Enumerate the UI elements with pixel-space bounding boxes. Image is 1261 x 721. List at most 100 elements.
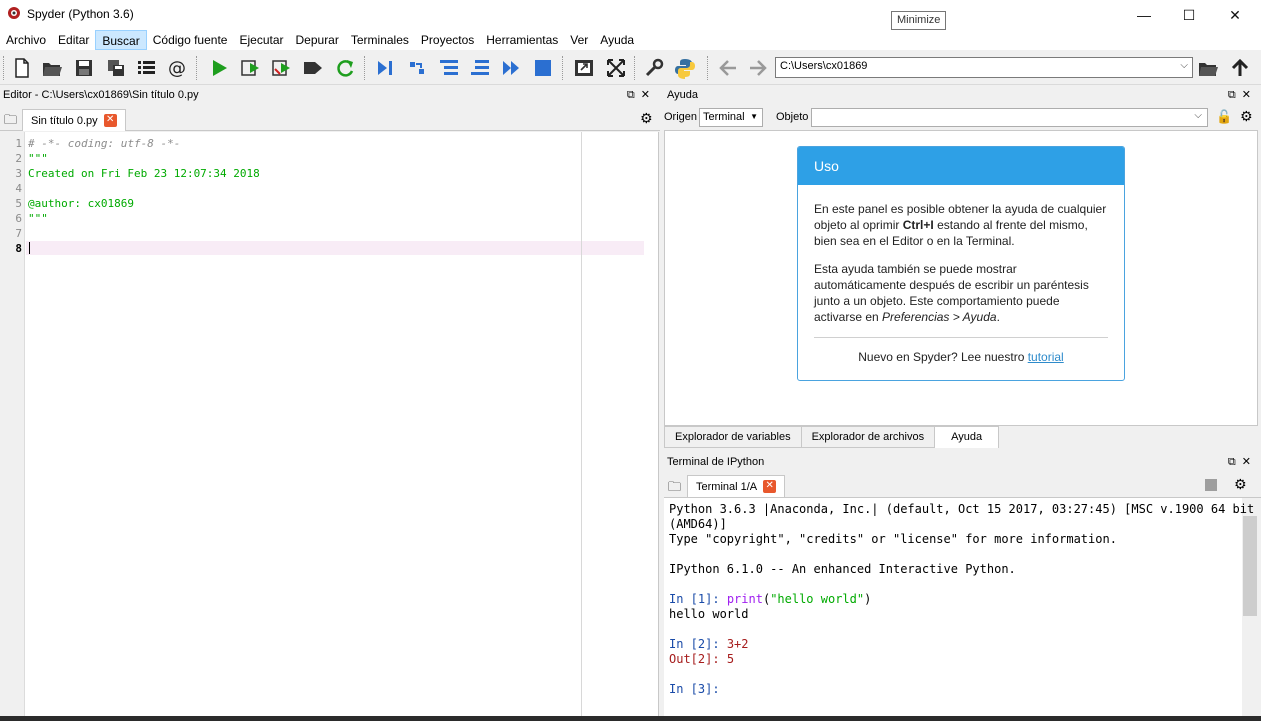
browse-tabs-icon[interactable]: 🗀 [668,478,681,500]
stop-kernel-icon[interactable] [1205,479,1217,491]
new-file-icon[interactable] [10,56,34,80]
parent-dir-icon[interactable] [1228,56,1252,80]
python-path-icon[interactable] [673,56,697,80]
console-line: Python 3.6.3 |Anaconda, Inc.| (default, … [669,502,1255,516]
maximize-button[interactable]: ☐ [1166,0,1212,30]
menu-codigo-fuente[interactable]: Código fuente [147,30,234,50]
browse-folder-icon[interactable] [1196,56,1220,80]
minimize-tooltip: Minimize [891,11,947,30]
usage-paragraph-1: En este panel es posible obtener la ayud… [814,202,1107,248]
console-tab[interactable]: Terminal 1/A ✕ [687,475,786,497]
menu-editar[interactable]: Editar [52,30,95,50]
toolbar-separator [196,56,200,80]
menu-buscar[interactable]: Buscar [95,30,147,50]
console-output-line: Out[2]: 5 [669,652,735,666]
run-selection-icon[interactable] [301,56,325,80]
stop-icon[interactable] [531,56,555,80]
chevron-down-icon[interactable]: ⌵ [1180,60,1188,71]
usage-paragraph-2: Esta ayuda también se puede mostrar auto… [814,262,1089,324]
pane-buttons: ⧉✕ [1228,88,1257,102]
menu-ver[interactable]: Ver [564,30,594,50]
code-lines: # -*- coding: utf-8 -*- """ Created on F… [0,132,580,292]
taskbar-edge [0,716,1261,721]
console-line: hello world [669,607,749,621]
continue-icon[interactable] [499,56,523,80]
menu-terminales[interactable]: Terminales [345,30,415,50]
menu-proyectos[interactable]: Proyectos [415,30,480,50]
object-combo[interactable]: ⌵ [811,108,1208,127]
rerun-icon[interactable] [333,56,357,80]
step-into-icon[interactable] [437,56,461,80]
working-directory-combo[interactable]: C:\Users\cx01869 ⌵ [775,57,1193,78]
preferences-icon[interactable] [642,56,666,80]
tab-variable-explorer[interactable]: Explorador de variables [664,426,802,448]
pane-buttons: ⧉✕ [627,88,656,102]
gear-icon[interactable]: ⚙ [1240,108,1253,125]
object-label: Objeto [776,111,809,123]
menu-archivo[interactable]: Archivo [0,30,52,50]
minimize-button[interactable]: — [1121,0,1167,30]
close-button[interactable]: ✕ [1212,0,1258,30]
toolbar-grip [3,56,7,80]
console-input-line: In [1]: print("hello world") [669,592,872,606]
browse-tabs-icon[interactable]: 🗀 [4,111,17,133]
save-icon[interactable] [72,56,96,80]
menu-ejecutar[interactable]: Ejecutar [233,30,289,50]
maximize-pane-icon[interactable] [572,56,596,80]
lock-icon[interactable]: 🔓 [1216,109,1232,125]
window-title: Spyder (Python 3.6) [27,7,134,21]
open-file-icon[interactable] [40,56,64,80]
help-pane-header: Ayuda ⧉✕ [664,86,1261,105]
fullscreen-icon[interactable] [604,56,628,80]
save-all-icon[interactable] [104,56,128,80]
gear-icon[interactable]: ⚙ [640,110,653,127]
outline-icon[interactable] [134,56,158,80]
debug-icon[interactable] [373,56,397,80]
tab-help[interactable]: Ayuda [934,426,1000,448]
scrollbar-thumb[interactable] [1243,516,1257,616]
close-pane-icon[interactable]: ✕ [641,89,656,101]
caret-down-icon: ▼ [750,112,758,121]
at-icon[interactable]: @ [165,56,189,80]
back-icon[interactable] [716,56,740,80]
console-pane-header: Terminal de IPython ⧉✕ [664,453,1261,472]
menu-depurar[interactable]: Depurar [290,30,345,50]
close-pane-icon[interactable]: ✕ [1242,456,1257,468]
step-icon[interactable] [406,56,430,80]
preferences-path: Preferencias > Ayuda [882,310,997,324]
working-directory-value: C:\Users\cx01869 [780,60,868,72]
undock-icon[interactable]: ⧉ [627,89,641,101]
console-scrollbar[interactable] [1242,498,1258,721]
editor-pane-header: Editor - C:\Users\cx01869\Sin título 0.p… [0,86,660,105]
origin-value: Terminal [703,111,745,123]
tab-file-explorer[interactable]: Explorador de archivos [800,426,936,448]
menu-ayuda[interactable]: Ayuda [594,30,640,50]
origin-combo[interactable]: Terminal ▼ [699,108,763,127]
code-line: """ [28,152,48,165]
help-bottom-tabs: Explorador de variables Explorador de ar… [664,426,1261,448]
run-cell-icon[interactable] [239,56,263,80]
step-return-icon[interactable] [468,56,492,80]
editor-tab[interactable]: Sin título 0.py ✕ [22,109,126,131]
pane-buttons: ⧉✕ [1228,455,1257,469]
run-icon[interactable] [207,56,231,80]
forward-icon[interactable] [746,56,770,80]
console-line: IPython 6.1.0 -- An enhanced Interactive… [669,562,1016,576]
svg-text:@: @ [168,58,186,79]
console-prompt-line[interactable]: In [3]: [669,682,727,696]
tutorial-link[interactable]: tutorial [1028,350,1064,364]
close-tab-icon[interactable]: ✕ [763,480,777,493]
editor-tab-label: Sin título 0.py [31,114,98,127]
run-cell-advance-icon[interactable] [270,56,294,80]
gear-icon[interactable]: ⚙ [1234,476,1247,493]
code-line: # -*- coding: utf-8 -*- [28,137,181,150]
text-cursor [29,242,30,254]
console-pane-title: Terminal de IPython [667,456,765,468]
usage-card-title: Uso [798,147,1124,185]
chevron-down-icon[interactable]: ⌵ [1194,110,1202,121]
close-tab-icon[interactable]: ✕ [103,114,117,127]
undock-icon[interactable]: ⧉ [1228,89,1242,101]
undock-icon[interactable]: ⧉ [1228,456,1242,468]
close-pane-icon[interactable]: ✕ [1242,89,1257,101]
menu-herramientas[interactable]: Herramientas [480,30,564,50]
